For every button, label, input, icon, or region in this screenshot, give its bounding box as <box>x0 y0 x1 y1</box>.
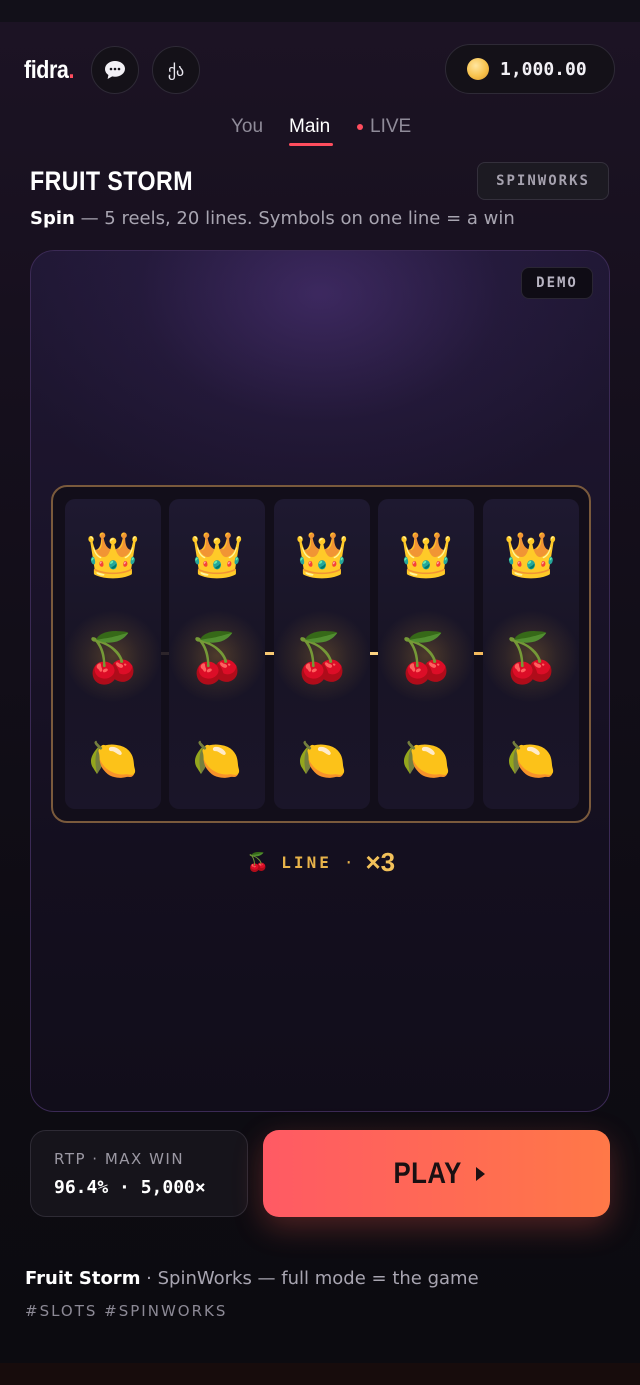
cherry-icon: 🍒 <box>501 629 561 686</box>
crown-icon: 👑 <box>85 530 141 581</box>
tab-you[interactable]: You <box>231 116 263 138</box>
crown-icon: 👑 <box>189 530 245 581</box>
play-button[interactable]: PLAY <box>263 1130 610 1217</box>
tab-live[interactable]: LIVE <box>370 116 411 138</box>
tab-main[interactable]: Main <box>289 116 330 138</box>
lemon-icon: 🍋 <box>88 736 138 783</box>
win-line-indicator: 🍒 LINE · ×3 <box>31 846 609 877</box>
crown-icon: 👑 <box>294 530 350 581</box>
stats-label: RTP · MAX WIN <box>54 1150 185 1168</box>
win-line-label: LINE <box>281 852 332 872</box>
reel-1: 👑 🍒 🍋 <box>65 499 161 809</box>
footer-tags[interactable]: #SLOTS #SPINWORKS <box>25 1302 227 1320</box>
lemon-icon: 🍋 <box>506 736 556 783</box>
cherry-icon: 🍒 <box>396 629 456 686</box>
app-header: fidra. ქა 1,000.00 <box>0 22 640 118</box>
play-label: PLAY <box>393 1156 463 1190</box>
reel-5: 👑 🍒 🍋 <box>483 499 579 809</box>
provider-badge[interactable]: SPINWORKS <box>477 162 609 200</box>
win-multiplier: ×3 <box>365 846 396 877</box>
reel-4: 👑 🍒 🍋 <box>378 499 474 809</box>
active-tab-indicator <box>289 143 333 146</box>
coin-icon <box>467 58 489 80</box>
footer-title: Fruit Storm · SpinWorks — full mode = th… <box>25 1268 479 1289</box>
play-arrow-icon <box>475 1166 485 1181</box>
reels-frame: 👑 🍒 🍋 👑 🍒 🍋 👑 🍒 🍋 👑 🍒 🍋 👑 🍒 🍋 <box>51 485 591 823</box>
chat-bubble-icon <box>105 61 125 79</box>
crown-icon: 👑 <box>503 530 559 581</box>
lemon-icon: 🍋 <box>401 736 451 783</box>
language-button[interactable]: ქა <box>152 46 200 94</box>
reel-2: 👑 🍒 🍋 <box>169 499 265 809</box>
tab-bar: You Main LIVE <box>0 116 640 150</box>
win-separator: · <box>343 852 354 872</box>
game-stage[interactable]: DEMO 👑 🍒 🍋 👑 🍒 🍋 👑 🍒 🍋 👑 🍒 🍋 👑 🍒 🍋 🍒 LIN… <box>30 250 610 1112</box>
logo[interactable]: fidra. <box>24 56 74 85</box>
cherry-icon: 🍒 <box>83 629 143 686</box>
reel-3: 👑 🍒 🍋 <box>274 499 370 809</box>
cherry-icon: 🍒 <box>292 629 352 686</box>
game-title: FRUIT STORM <box>30 166 193 196</box>
crown-icon: 👑 <box>398 530 454 581</box>
language-label: ქა <box>167 60 185 80</box>
game-subtitle: Spin — 5 reels, 20 lines. Symbols on one… <box>30 208 515 229</box>
cherry-icon: 🍒 <box>246 851 270 873</box>
live-dot-icon <box>357 124 363 130</box>
chat-button[interactable] <box>91 46 139 94</box>
balance-pill[interactable]: 1,000.00 <box>445 44 615 94</box>
demo-badge: DEMO <box>521 267 593 299</box>
top-status-strip <box>0 0 640 22</box>
lemon-icon: 🍋 <box>297 736 347 783</box>
bottom-strip <box>0 1363 640 1385</box>
lemon-icon: 🍋 <box>192 736 242 783</box>
stats-value: 96.4% · 5,000× <box>54 1177 206 1198</box>
balance-amount: 1,000.00 <box>500 58 587 80</box>
stats-card: RTP · MAX WIN 96.4% · 5,000× <box>30 1130 248 1217</box>
cherry-icon: 🍒 <box>187 629 247 686</box>
